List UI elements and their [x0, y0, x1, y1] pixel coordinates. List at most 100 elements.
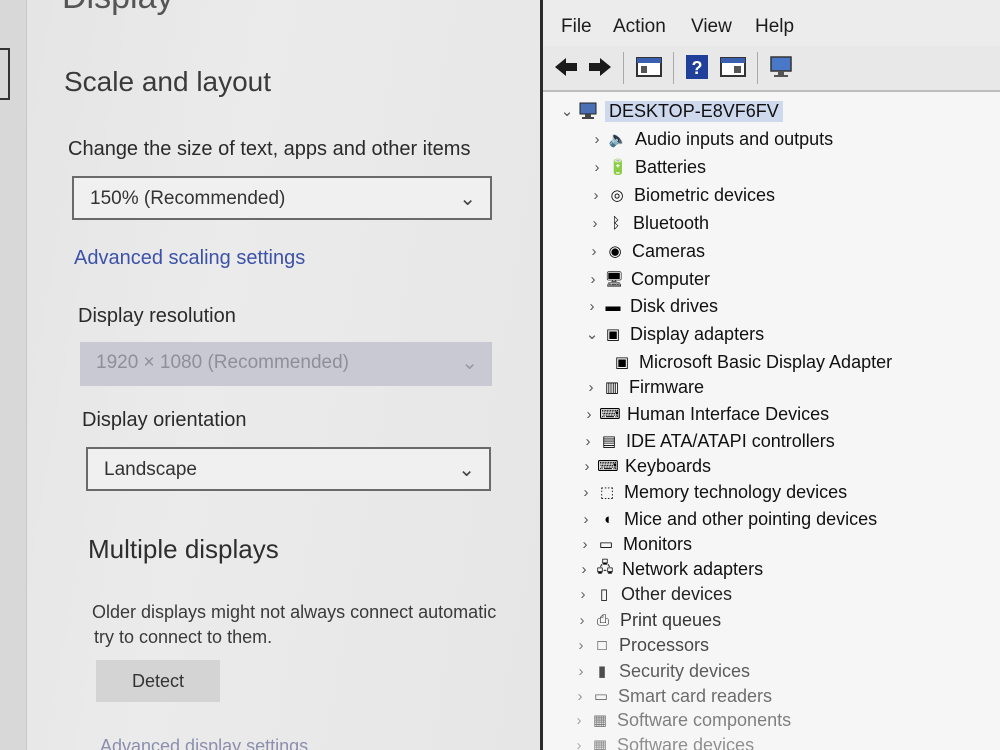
smart-card-icon: ▭ [593, 688, 609, 705]
chevron-down-icon: ⌄ [461, 352, 478, 374]
tree-item-label: Mice and other pointing devices [624, 508, 878, 529]
resolution-dropdown-value: 1920 × 1080 (Recommended) [96, 352, 349, 373]
chevron-right-icon[interactable]: › [587, 159, 607, 176]
scale-label: Change the size of text, apps and other … [68, 138, 471, 160]
chevron-right-icon[interactable]: › [584, 243, 604, 260]
tree-category-item[interactable]: › ⌨ Human Interface Devices [579, 401, 830, 427]
chevron-down-icon[interactable]: ⌄ [557, 102, 577, 120]
tree-device-item[interactable]: ▣ Microsoft Basic Display Adapter [611, 349, 892, 375]
tree-category-item[interactable]: › ▭ Smart card readers [570, 683, 773, 709]
scan-hardware-icon[interactable] [767, 54, 797, 80]
bluetooth-icon: ᛒ [611, 214, 621, 232]
tree-category-item[interactable]: › ▥ Firmware [581, 374, 705, 400]
nav-focus-outline [0, 48, 10, 100]
processor-icon: □ [597, 636, 607, 654]
tree-category-item[interactable]: › ⌨ Keyboards [577, 453, 712, 479]
advanced-scaling-link[interactable]: Advanced scaling settings [74, 247, 305, 270]
tree-category-item[interactable]: › ⎙ Print queues [572, 607, 722, 633]
chevron-right-icon[interactable]: › [586, 187, 606, 204]
tree-category-item[interactable]: › ◉ Cameras [584, 238, 706, 264]
chevron-right-icon[interactable]: › [571, 663, 591, 680]
tree-category-item[interactable]: › ᛒ Bluetooth [585, 210, 710, 236]
tree-category-item[interactable]: › 🖧 Network adapters [574, 556, 764, 582]
chevron-right-icon[interactable]: › [579, 406, 599, 423]
tree-category-item[interactable]: › □ Processors [571, 632, 710, 658]
orientation-dropdown[interactable]: Landscape ⌄ [86, 447, 491, 491]
properties-icon[interactable] [635, 54, 663, 80]
chevron-down-icon[interactable]: ⌄ [582, 325, 602, 343]
tree-item-label: Software components [617, 709, 792, 730]
chevron-right-icon[interactable]: › [573, 586, 593, 603]
help-icon[interactable]: ? [685, 54, 709, 80]
toolbar-separator [673, 52, 674, 84]
chevron-right-icon[interactable]: › [578, 433, 598, 450]
tree-item-label: Other devices [621, 583, 733, 604]
advanced-display-link[interactable]: Advanced display settings [100, 736, 308, 750]
menu-file[interactable]: File [561, 16, 592, 38]
menu-help[interactable]: Help [755, 16, 794, 38]
tree-item-label: Firmware [629, 376, 704, 397]
chevron-right-icon[interactable]: › [576, 511, 596, 528]
menu-action[interactable]: Action [613, 16, 666, 38]
tree-item-label: Disk drives [630, 295, 719, 316]
toolbar: ? [543, 46, 1000, 92]
scale-dropdown[interactable]: 150% (Recommended) ⌄ [72, 176, 492, 220]
chevron-right-icon[interactable]: › [569, 737, 589, 750]
chevron-right-icon[interactable]: › [576, 484, 596, 501]
chevron-down-icon: ⌄ [458, 459, 475, 481]
chevron-right-icon[interactable]: › [585, 215, 605, 232]
chevron-right-icon[interactable]: › [583, 271, 603, 288]
tree-category-item[interactable]: › ◎ Biometric devices [586, 182, 776, 208]
chevron-right-icon[interactable]: › [570, 688, 590, 705]
monitor-icon: 🖥 [604, 271, 624, 288]
section-title-scale-layout: Scale and layout [64, 66, 272, 97]
settings-nav-strip [0, 0, 27, 750]
tree-item-label: Memory technology devices [624, 481, 848, 502]
tree-category-item[interactable]: › 🔋 Batteries [587, 154, 707, 180]
network-icon: 🖧 [596, 558, 614, 576]
tree-category-item[interactable]: › 🔈 Audio inputs and outputs [587, 126, 834, 152]
chevron-right-icon[interactable]: › [571, 637, 591, 654]
multi-displays-text-1: Older displays might not always connect … [92, 602, 497, 622]
tree-category-item[interactable]: › 🖥 Computer [583, 266, 711, 292]
tree-root-label: DESKTOP-E8VF6FV [605, 100, 783, 122]
tree-category-item[interactable]: › ▦ Software devices [569, 732, 755, 750]
action-pane-icon[interactable] [719, 54, 747, 80]
tree-category-item[interactable]: ⌄ ▣ Display adapters [582, 321, 764, 347]
chevron-right-icon[interactable]: › [582, 298, 602, 315]
tree-item-label: Display adapters [630, 323, 765, 344]
chevron-right-icon[interactable]: › [575, 536, 595, 553]
forward-arrow-icon[interactable] [587, 54, 613, 80]
security-icon: ▮ [597, 663, 607, 680]
tree-category-item[interactable]: › ▭ Monitors [575, 531, 693, 557]
tree-item-label: Audio inputs and outputs [635, 128, 834, 149]
toolbar-separator [757, 52, 758, 84]
toolbar-separator [623, 52, 624, 84]
chevron-right-icon[interactable]: › [569, 712, 589, 729]
tree-category-item[interactable]: › ▯ Other devices [573, 581, 733, 607]
tree-category-item[interactable]: › ▬ Disk drives [582, 293, 719, 319]
tree-root[interactable]: ⌄ DESKTOP-E8VF6FV [557, 98, 783, 124]
tree-item-label: Print queues [620, 609, 722, 630]
section-title-multiple-displays: Multiple displays [88, 534, 279, 564]
tree-category-item[interactable]: › ▤ IDE ATA/ATAPI controllers [578, 428, 835, 454]
tree-category-item[interactable]: › ⬚ Memory technology devices [576, 479, 848, 505]
detect-button[interactable]: Detect [96, 660, 220, 702]
tree-item-label: Processors [619, 634, 710, 655]
chevron-right-icon[interactable]: › [587, 131, 607, 148]
svg-text:?: ? [692, 58, 703, 78]
multi-displays-text-2: try to connect to them. [94, 627, 273, 647]
chevron-right-icon[interactable]: › [574, 561, 594, 578]
chevron-right-icon[interactable]: › [572, 612, 592, 629]
chevron-right-icon[interactable]: › [577, 458, 597, 475]
tree-category-item[interactable]: › ▮ Security devices [571, 658, 751, 684]
chevron-right-icon[interactable]: › [581, 379, 601, 396]
tree-category-item[interactable]: › ▦ Software components [569, 707, 792, 733]
keyboard-icon: ⌨ [597, 458, 619, 475]
menu-view[interactable]: View [691, 16, 732, 38]
software-icon: ▦ [592, 712, 608, 729]
display-adapter-icon: ▣ [614, 354, 630, 371]
tree-category-item[interactable]: › ◖ Mice and other pointing devices [576, 506, 878, 532]
back-arrow-icon[interactable] [553, 54, 579, 80]
tree-item-label: Smart card readers [618, 685, 773, 706]
